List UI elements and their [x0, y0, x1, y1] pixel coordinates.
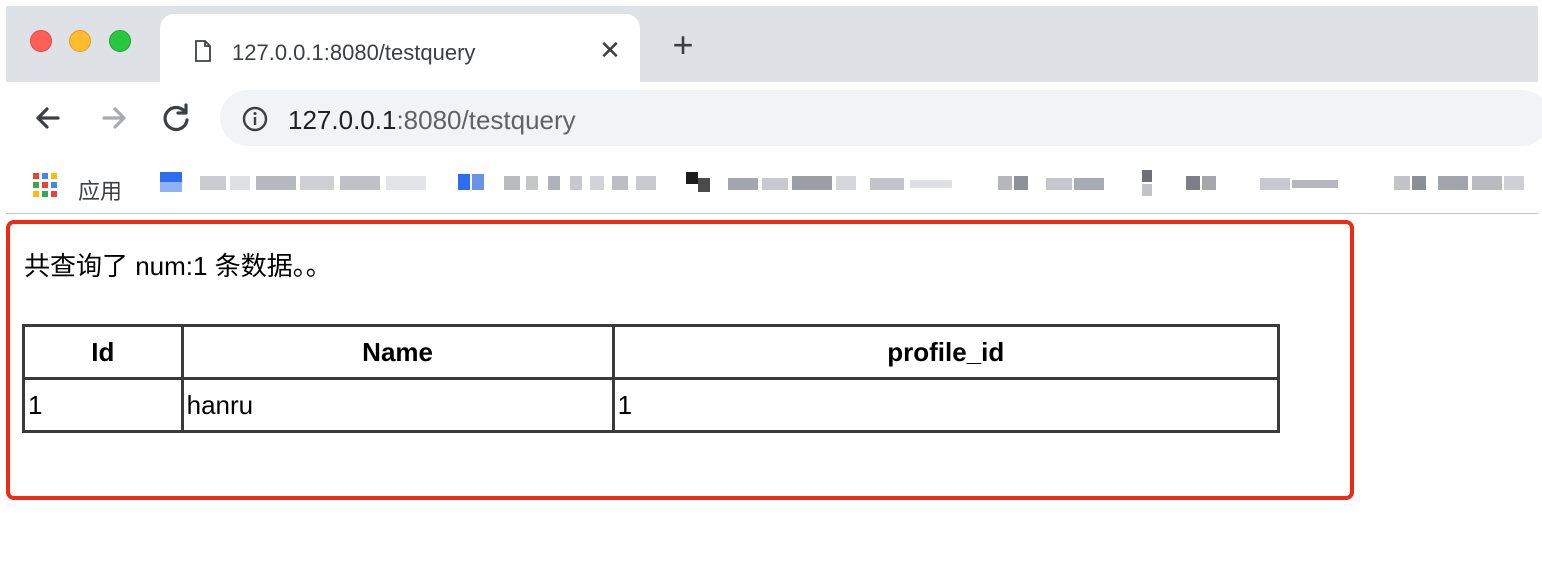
- tab-active[interactable]: 127.0.0.1:8080/testquery ✕: [160, 14, 640, 82]
- url-path: :8080/testquery: [396, 105, 576, 135]
- toolbar: 127.0.0.1:8080/testquery: [6, 82, 1542, 152]
- column-header-profile-id: profile_id: [611, 324, 1281, 380]
- window-close-button[interactable]: [30, 30, 52, 52]
- column-header-id: Id: [22, 324, 184, 380]
- bookmark-item[interactable]: [1390, 168, 1530, 198]
- bookmark-item[interactable]: [1140, 168, 1380, 198]
- close-icon[interactable]: ✕: [596, 36, 624, 64]
- cell-id: 1: [22, 377, 184, 433]
- query-summary: 共查询了 num:1 条数据。。: [24, 251, 332, 281]
- bookmark-item[interactable]: [684, 168, 964, 198]
- bookmarks-bar: 应用: [6, 152, 1538, 214]
- table-row: 1 hanru 1: [22, 377, 1281, 433]
- plus-icon[interactable]: +: [666, 27, 700, 63]
- apps-grid-icon[interactable]: [32, 172, 58, 198]
- bookmark-item[interactable]: [994, 168, 1114, 198]
- document-icon: [195, 40, 211, 62]
- window-minimize-button[interactable]: [69, 30, 91, 52]
- table-header-row: Id Name profile_id: [22, 324, 1281, 380]
- apps-label[interactable]: 应用: [78, 174, 122, 206]
- highlighted-result-region: 共查询了 num:1 条数据。。 Id Name profile_id 1 ha…: [6, 220, 1354, 500]
- bookmark-item[interactable]: [156, 168, 436, 198]
- cell-profile-id: 1: [611, 377, 1281, 433]
- browser-window: 127.0.0.1:8080/testquery ✕ + 127.0.0.1:8…: [6, 6, 1542, 216]
- results-table: Id Name profile_id 1 hanru 1: [22, 324, 1281, 433]
- reload-icon[interactable]: [156, 98, 196, 138]
- forward-arrow-icon[interactable]: [94, 98, 134, 138]
- cell-name: hanru: [180, 377, 615, 433]
- tab-title: 127.0.0.1:8080/testquery: [232, 40, 476, 65]
- tab-strip: 127.0.0.1:8080/testquery ✕ +: [6, 6, 1538, 82]
- column-header-name: Name: [180, 324, 615, 380]
- window-maximize-button[interactable]: [109, 30, 131, 52]
- url-host: 127.0.0.1: [288, 105, 397, 135]
- bookmark-item[interactable]: [456, 168, 666, 198]
- info-icon[interactable]: [242, 106, 268, 132]
- address-bar[interactable]: 127.0.0.1:8080/testquery: [220, 90, 1542, 146]
- back-arrow-icon[interactable]: [28, 98, 68, 138]
- url-text[interactable]: 127.0.0.1:8080/testquery: [288, 105, 576, 136]
